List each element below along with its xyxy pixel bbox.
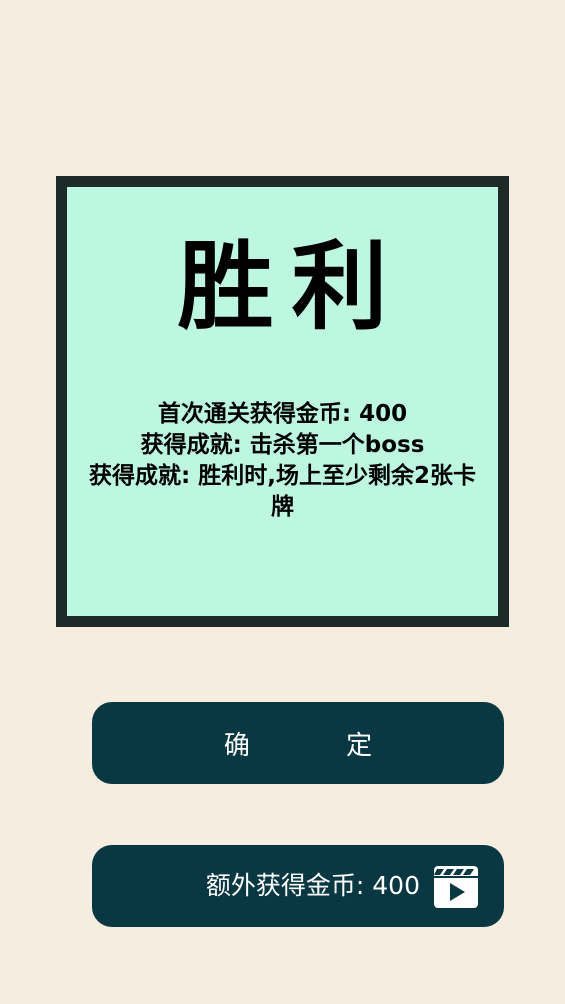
extra-coins-video-button[interactable]: 额外获得金币: 400 <box>92 845 504 927</box>
extra-coins-label: 额外获得金币: 400 <box>205 871 420 900</box>
result-title: 胜利 <box>177 231 406 343</box>
video-play-icon <box>434 866 478 908</box>
confirm-button-label: 确 定 <box>223 730 373 761</box>
reward-achievement-first-boss: 获得成就: 击杀第一个boss <box>140 432 425 458</box>
rewards-list: 首次通关获得金币: 400 获得成就: 击杀第一个boss 获得成就: 胜利时,… <box>85 399 480 523</box>
panel-shadow <box>80 627 480 697</box>
confirm-button[interactable]: 确 定 <box>92 702 504 784</box>
victory-result-panel: 胜利 首次通关获得金币: 400 获得成就: 击杀第一个boss 获得成就: 胜… <box>56 176 509 627</box>
reward-first-clear-coins: 首次通关获得金币: 400 <box>157 401 408 427</box>
reward-achievement-cards-remaining: 获得成就: 胜利时,场上至少剩余2张卡牌 <box>89 463 476 520</box>
